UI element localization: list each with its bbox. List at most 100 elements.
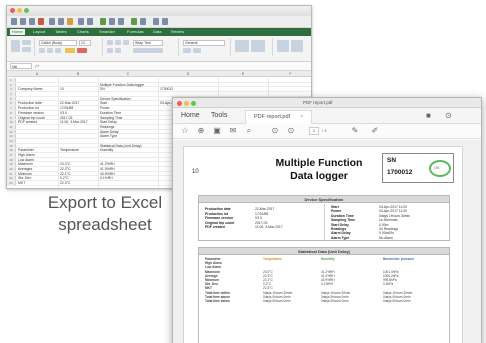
outdent-button[interactable]	[115, 48, 121, 53]
cell[interactable]: Power	[100, 106, 110, 110]
cell[interactable]: 22.3°C	[60, 181, 70, 185]
cell[interactable]: 22.3°C	[60, 167, 70, 171]
row-number[interactable]: 1	[7, 78, 16, 82]
search-icon[interactable]: ⌕	[243, 126, 255, 136]
cell[interactable]: 41.0%RH	[100, 167, 115, 171]
row-number[interactable]: 19	[7, 162, 16, 166]
styles-button[interactable]	[251, 40, 265, 52]
cell[interactable]: Parameter	[18, 148, 34, 152]
cell[interactable]: 0.2°C	[60, 176, 69, 180]
cell[interactable]: Temperature	[60, 148, 79, 152]
cell[interactable]: Humidity	[100, 148, 113, 152]
cell[interactable]: 17/01/88	[60, 106, 73, 110]
ribbon-tab-data[interactable]: Data	[153, 29, 161, 35]
insert-button[interactable]	[277, 40, 289, 52]
row-number[interactable]: 2	[7, 82, 16, 87]
italic-button[interactable]	[47, 48, 53, 53]
cell[interactable]: Low Alarm	[18, 158, 34, 162]
cell[interactable]: Readings	[100, 125, 114, 129]
cell[interactable]: Start	[100, 101, 107, 105]
row-number[interactable]: 18	[7, 157, 16, 162]
page-number-input[interactable]: 1	[309, 127, 319, 135]
cell[interactable]: Production lot	[18, 106, 39, 110]
ribbon-tab-layout[interactable]: Layout	[33, 29, 45, 35]
row-number[interactable]: 15	[7, 143, 16, 147]
fill-color-button[interactable]	[65, 48, 75, 53]
close-tab-icon[interactable]: ×	[300, 114, 303, 120]
minimize-window-icon[interactable]	[184, 100, 189, 106]
cell[interactable]: Statistical Data (Unit Delay)	[100, 144, 141, 148]
merge-button[interactable]	[133, 48, 163, 53]
cell[interactable]: 41.2%RH	[100, 162, 115, 166]
column-header[interactable]: D	[158, 71, 218, 77]
cell[interactable]: Start Delay	[100, 120, 117, 124]
sort-icon[interactable]	[109, 18, 115, 25]
column-header[interactable]: C	[98, 71, 158, 77]
cell[interactable]: 0.1%RH	[100, 176, 113, 180]
zoom-window-icon[interactable]	[191, 100, 196, 106]
cell[interactable]: Alarm Type	[100, 134, 117, 138]
row-number[interactable]: 8	[7, 110, 16, 115]
close-window-icon[interactable]	[10, 8, 15, 13]
paste-icon[interactable]	[67, 18, 73, 25]
cell[interactable]: Firmware version	[18, 111, 44, 115]
column-header[interactable]: B	[58, 71, 98, 77]
print-icon[interactable]: ▣	[211, 126, 223, 136]
cell[interactable]: 22.1°C	[60, 172, 70, 176]
conditional-format-button[interactable]	[235, 40, 249, 52]
cell[interactable]: Averages	[18, 167, 32, 171]
cell[interactable]: 2017-03	[60, 116, 72, 120]
font-name-select[interactable]: Calibri (Body)	[39, 40, 77, 46]
help-icon[interactable]	[162, 18, 168, 25]
cell[interactable]: Minimum	[18, 172, 32, 176]
cell[interactable]: 22-Mar-2017	[60, 101, 79, 105]
ribbon-tab-home[interactable]: Home	[10, 29, 25, 35]
row-number[interactable]: 5	[7, 96, 16, 101]
row-number[interactable]: 20	[7, 167, 16, 171]
cell[interactable]: Production date	[18, 101, 42, 105]
previous-page-icon[interactable]: ⊙	[269, 126, 281, 136]
paste-button[interactable]	[11, 40, 20, 52]
column-header[interactable]: F	[268, 71, 311, 77]
row-number[interactable]: 6	[7, 101, 16, 105]
bold-button[interactable]	[39, 48, 45, 53]
row-number[interactable]: 22	[7, 176, 16, 180]
ribbon-tab-charts[interactable]: Charts	[77, 29, 89, 35]
undo-icon[interactable]	[78, 18, 84, 25]
cell[interactable]: V3.0	[60, 111, 67, 115]
clear-button[interactable]	[22, 47, 31, 52]
row-number[interactable]: 13	[7, 134, 16, 138]
cell[interactable]: Maximum	[18, 162, 33, 166]
cell[interactable]: SN	[100, 87, 105, 91]
number-format-select[interactable]: General	[183, 40, 225, 46]
ribbon-tab-tables[interactable]: Tables	[55, 29, 67, 35]
tab-home[interactable]: Home	[181, 111, 200, 121]
minimize-window-icon[interactable]	[17, 8, 22, 13]
indent-button[interactable]	[107, 48, 113, 53]
fill-button[interactable]	[22, 40, 31, 45]
email-icon[interactable]: ✉	[227, 126, 239, 136]
cell[interactable]: 23.0°C	[60, 162, 70, 166]
cell[interactable]: 1700012	[160, 87, 173, 91]
sign-icon[interactable]: ✐	[369, 126, 381, 136]
column-header[interactable]: E	[218, 71, 268, 77]
cell[interactable]: High Alarm	[18, 153, 35, 157]
zoom-icon[interactable]	[153, 18, 159, 25]
new-doc-icon[interactable]	[11, 18, 17, 25]
cut-icon[interactable]	[49, 18, 55, 25]
row-number[interactable]: 3	[7, 87, 16, 91]
tab-document[interactable]: PDF report.pdf ×	[245, 110, 313, 124]
pdf-document-area[interactable]: 10 Multiple Function Data logger SN 1700…	[173, 140, 481, 343]
font-size-select[interactable]: 12	[79, 40, 91, 46]
copy-icon[interactable]	[58, 18, 64, 25]
cell[interactable]: Std. Dev.	[18, 176, 32, 180]
underline-button[interactable]	[55, 48, 61, 53]
ribbon-tab-review[interactable]: Review	[171, 29, 184, 35]
row-number[interactable]: 16	[7, 148, 16, 152]
cell[interactable]: 11:00, 3-Mar-2017	[60, 120, 88, 124]
row-number[interactable]: 9	[7, 115, 16, 119]
align-right-button[interactable]	[123, 40, 129, 45]
row-number[interactable]: 23	[7, 181, 16, 185]
cell[interactable]: PDF created	[18, 120, 37, 124]
tab-tools[interactable]: Tools	[211, 111, 227, 121]
